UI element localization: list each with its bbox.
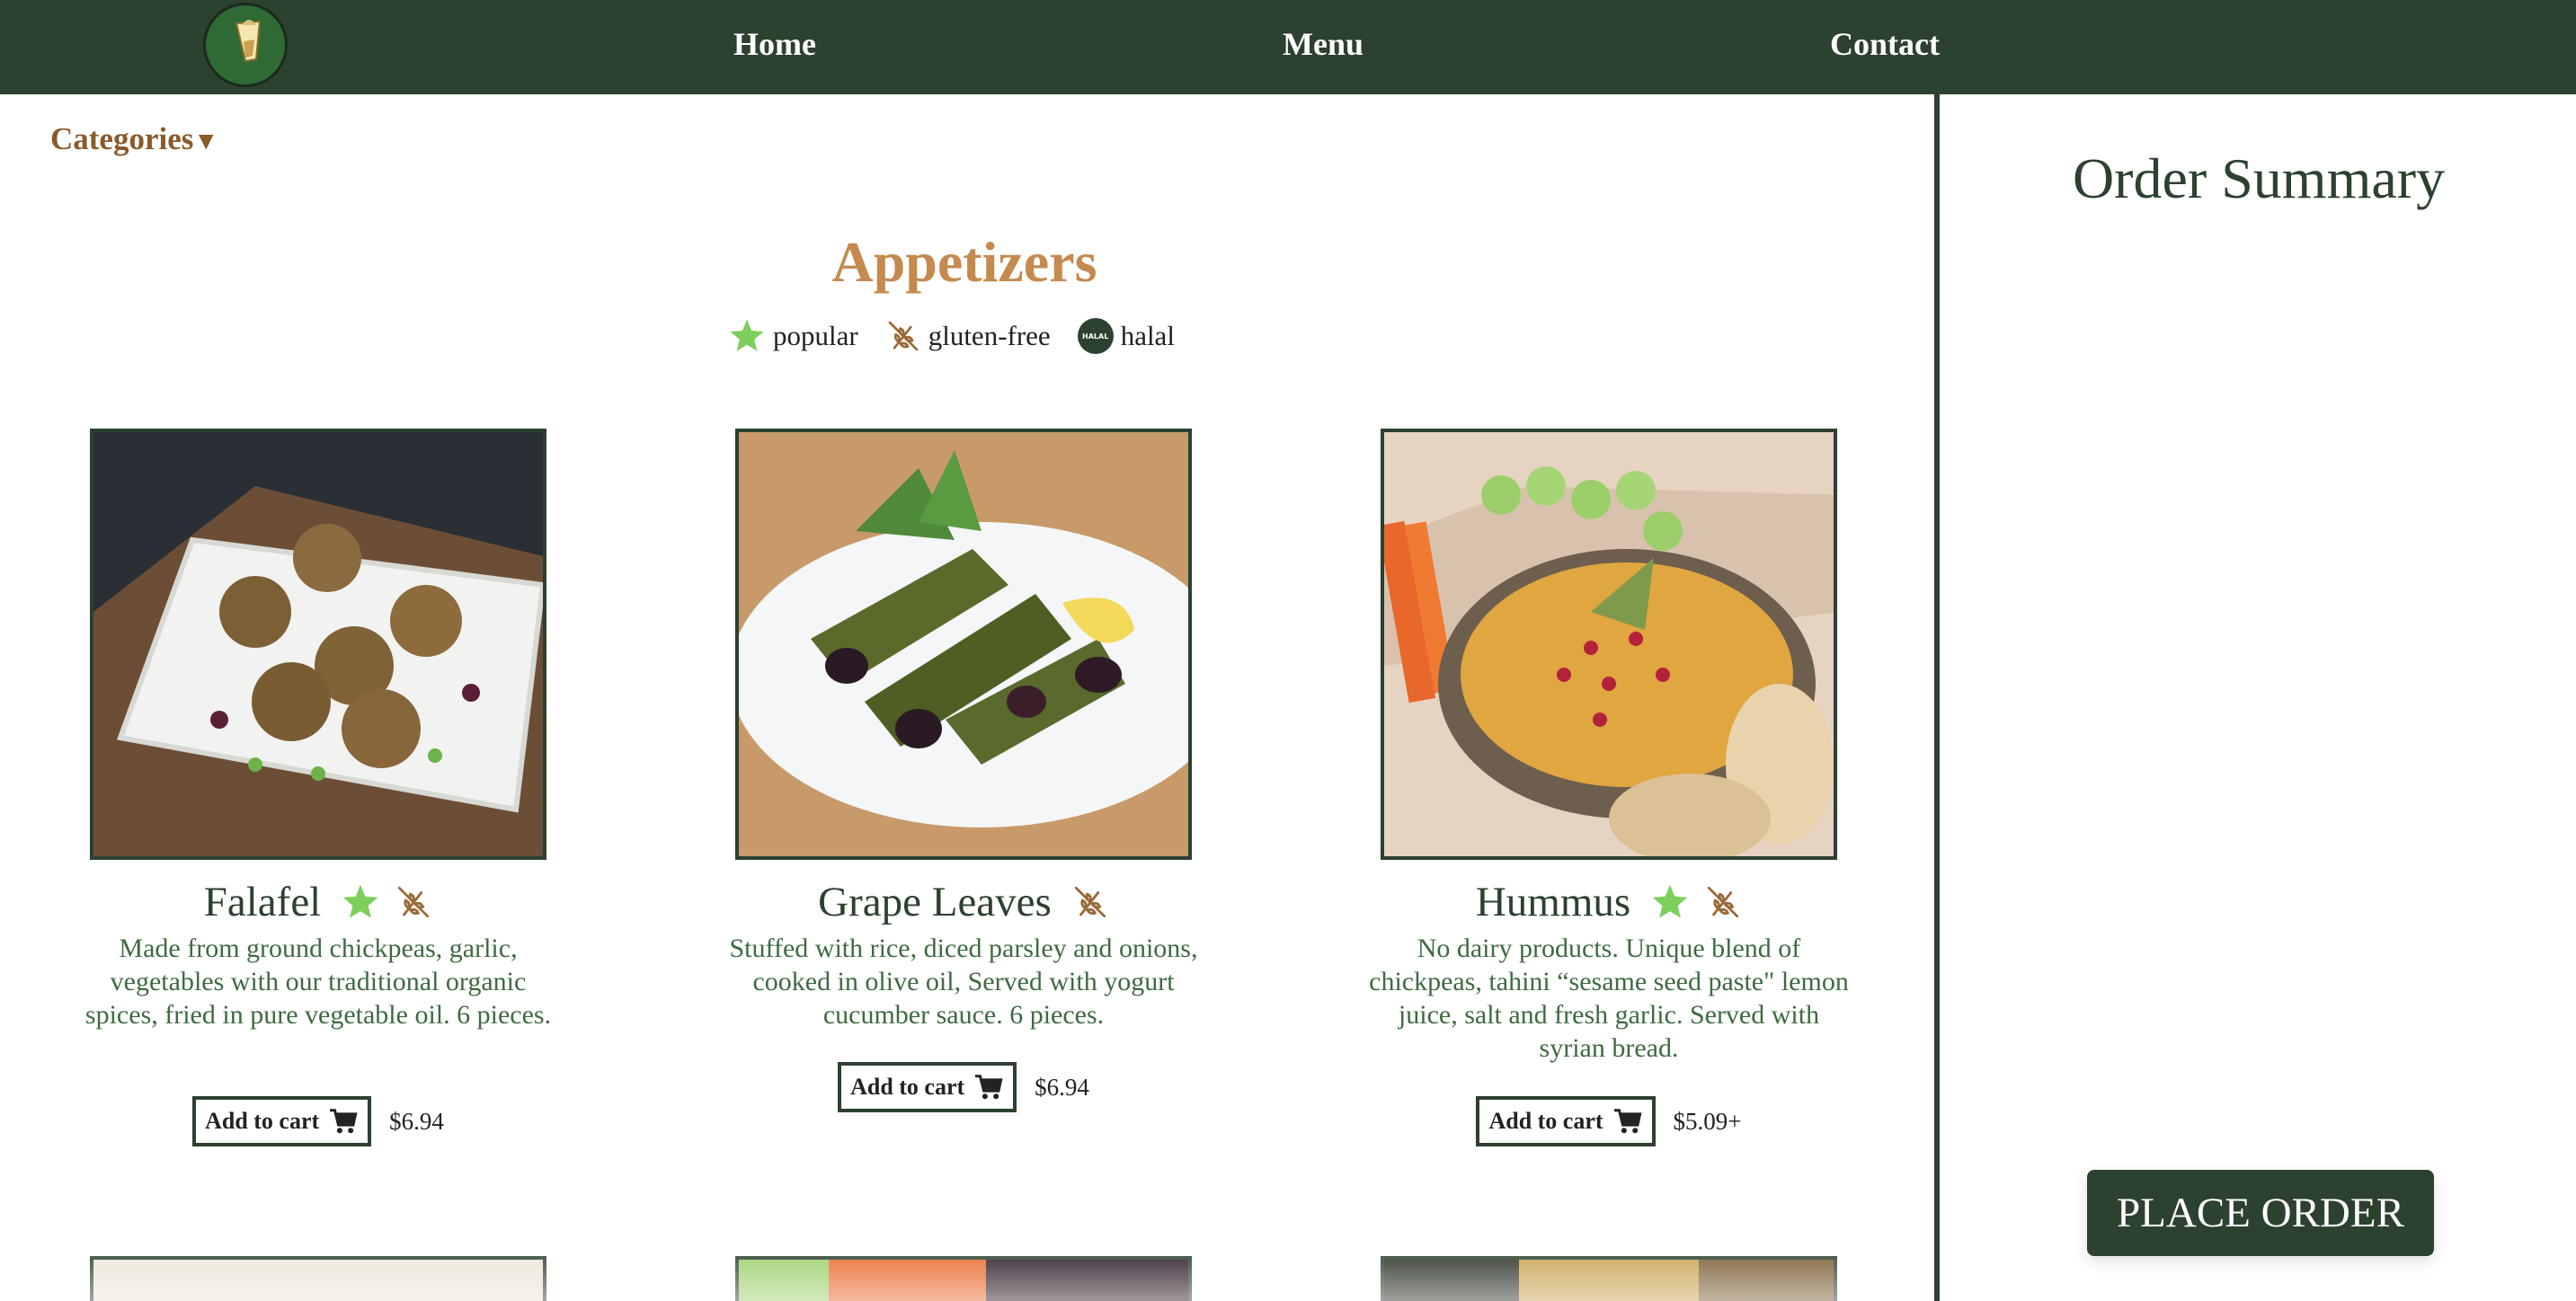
legend: popular gluten-free HALAL halal: [728, 314, 1202, 358]
no-wheat-icon: [1074, 886, 1106, 918]
product-price: $6.94: [389, 1107, 444, 1135]
buy-row: Add to cart $6.94: [676, 1062, 1251, 1112]
place-order-button[interactable]: PLACE ORDER: [2087, 1170, 2434, 1256]
cart-icon: [1613, 1109, 1642, 1134]
product-name-row: Grape Leaves: [676, 878, 1251, 926]
nav-home[interactable]: Home: [733, 25, 816, 63]
order-summary-title: Order Summary: [2072, 146, 2446, 210]
product-image-falafel: [90, 429, 546, 860]
nav-menu[interactable]: Menu: [1283, 25, 1364, 63]
legend-halal: HALAL halal: [1077, 318, 1175, 354]
product-image-partial: [90, 1256, 546, 1301]
product-name-row: Hummus: [1321, 878, 1896, 926]
product-image-grape-leaves: [735, 429, 1192, 860]
legend-gluten-free-label: gluten-free: [928, 320, 1051, 351]
no-wheat-icon: [888, 321, 919, 351]
add-to-cart-label: Add to cart: [1488, 1108, 1603, 1134]
product-image-hummus: [1381, 429, 1837, 860]
no-wheat-icon: [398, 886, 430, 918]
product-name: Hummus: [1475, 879, 1631, 925]
navbar: Home Menu Contact: [0, 0, 2576, 94]
legend-gluten-free: gluten-free: [885, 318, 1051, 354]
order-summary-divider: [1934, 94, 1940, 1301]
add-to-cart-button[interactable]: Add to cart: [1476, 1096, 1656, 1146]
product-description: Made from ground chickpeas, garlic, vege…: [84, 934, 552, 1030]
product-name: Falafel: [203, 879, 322, 925]
falafel-photo: [93, 432, 543, 856]
legend-halal-label: halal: [1120, 320, 1175, 351]
logo[interactable]: [203, 3, 288, 87]
star-icon: [730, 319, 764, 351]
product-image-partial: [735, 1256, 1192, 1301]
section-title: Appetizers: [831, 230, 1097, 294]
add-to-cart-button[interactable]: Add to cart: [192, 1096, 372, 1146]
product-name-row: Falafel: [31, 878, 606, 926]
product-price: $6.94: [1035, 1073, 1089, 1101]
product-image-partial: [1381, 1256, 1837, 1301]
categories-label: Categories: [50, 121, 194, 156]
product-description: No dairy products. Unique blend of chick…: [1369, 934, 1849, 1063]
product-name: Grape Leaves: [818, 879, 1052, 925]
buy-row: Add to cart $5.09+: [1321, 1096, 1896, 1146]
hummus-photo: [1384, 432, 1834, 856]
cart-icon: [330, 1109, 358, 1134]
categories-dropdown[interactable]: Categories▼: [50, 121, 218, 157]
product-description: Stuffed with rice, diced parsley and oni…: [729, 934, 1198, 1030]
logo-icon: [209, 8, 285, 84]
star-icon: [343, 884, 378, 918]
product-price: $5.09+: [1673, 1107, 1742, 1135]
caret-down-icon: ▼: [193, 128, 219, 155]
add-to-cart-label: Add to cart: [850, 1074, 965, 1100]
no-wheat-icon: [1708, 886, 1739, 918]
halal-icon: HALAL: [1077, 318, 1114, 354]
star-icon: [1652, 884, 1688, 918]
buy-row: Add to cart $6.94: [31, 1096, 606, 1146]
cart-icon: [975, 1075, 1003, 1100]
grape-leaves-photo: [739, 432, 1188, 856]
legend-popular: popular: [728, 317, 858, 355]
add-to-cart-button[interactable]: Add to cart: [838, 1062, 1017, 1112]
nav-contact[interactable]: Contact: [1830, 25, 1940, 63]
legend-popular-label: popular: [773, 320, 858, 351]
add-to-cart-label: Add to cart: [205, 1108, 320, 1134]
